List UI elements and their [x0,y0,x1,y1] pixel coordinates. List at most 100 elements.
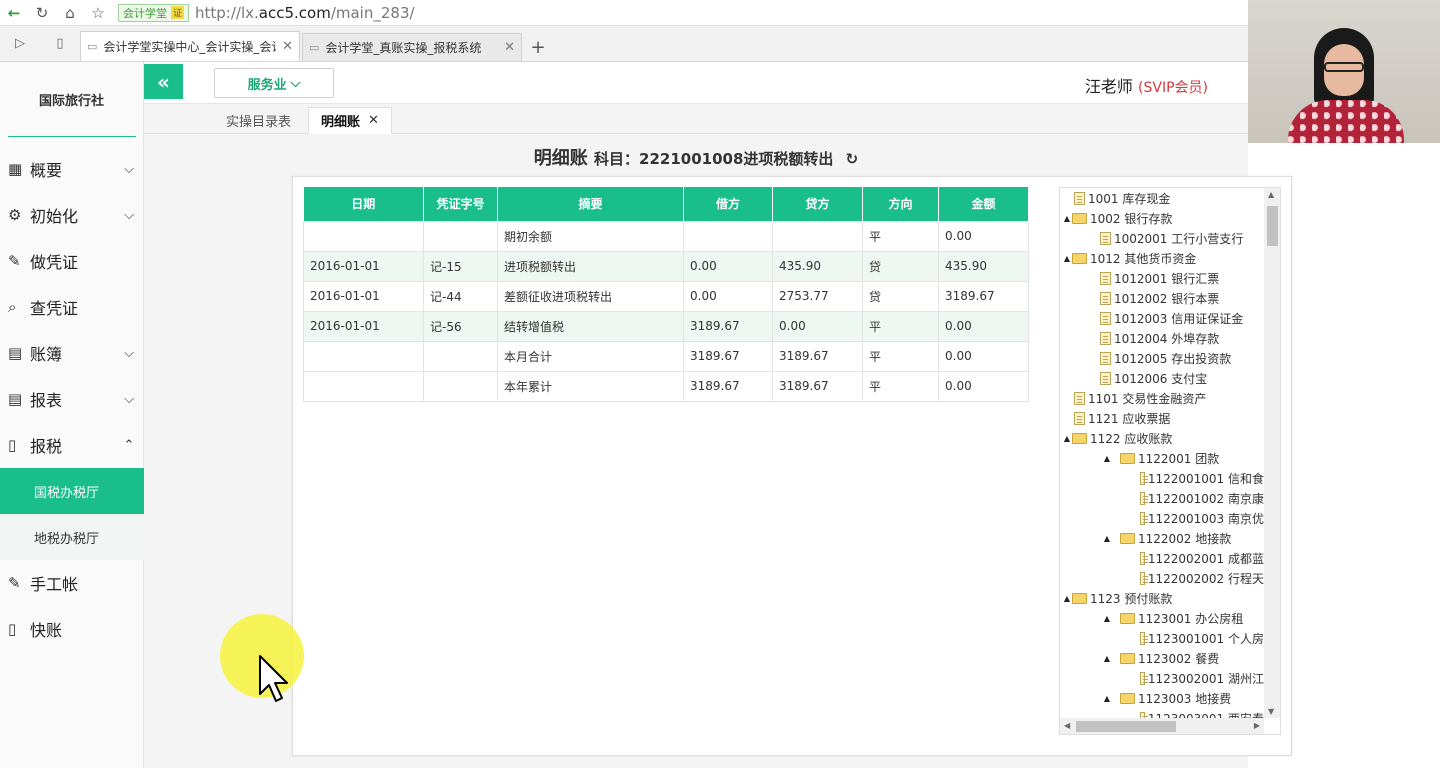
tree-node[interactable]: ▲ 1123003 地接费 [1060,688,1264,708]
table-row[interactable]: 2016-01-01 记-56 结转增值税 3189.67 0.00 平 0.0… [303,310,1029,342]
tree-node[interactable]: 1123003001 西安春 [1060,708,1264,718]
device-icon[interactable]: ▯ [40,25,80,61]
page-icon: ▭ [87,40,98,53]
refresh-icon[interactable]: ↻ [846,150,859,168]
tree-node[interactable]: 1122001002 南京康 [1060,488,1264,508]
table-row[interactable]: 本年累计 3189.67 3189.67 平 0.00 [303,370,1029,402]
sidebar-item-quick-account[interactable]: ▯ 快账 [0,606,144,652]
sidebar-item-ledgers[interactable]: ▤ 账簿 ⌵ [0,330,144,376]
tree-node[interactable]: ▲ 1122001 团款 [1060,448,1264,468]
tree-node-label: 1123 预付账款 [1090,591,1173,606]
table-row[interactable]: 2016-01-01 记-15 进项税额转出 0.00 435.90 贷 435… [303,250,1029,282]
tree-node[interactable]: 1002001 工行小营支行 [1060,228,1264,248]
browser-tab-2[interactable]: ▭ 会计学堂_真账实操_报税系统 ✕ [302,33,522,61]
table-row[interactable]: 期初余额 平 0.00 [303,220,1029,252]
scroll-down-icon[interactable]: ▼ [1268,707,1274,716]
sidebar-item-init[interactable]: ⚙ 初始化 ⌵ [0,192,144,238]
sidebar-item-make-voucher[interactable]: ✎ 做凭证 [0,238,144,284]
folder-icon [1072,212,1087,224]
scrollbar-thumb[interactable] [1076,721,1176,732]
tree-node[interactable]: 1122002001 成都蓝 [1060,548,1264,568]
table-cell: 0.00 [938,220,1029,252]
collapse-triangle-icon[interactable]: ▲ [1062,214,1072,223]
back-arrow-icon[interactable]: ← [0,0,28,26]
tree-node[interactable]: 1121 应收票据 [1060,408,1264,428]
collapse-triangle-icon[interactable]: ▲ [1102,534,1112,543]
close-icon[interactable]: ✕ [368,113,379,128]
collapse-triangle-icon[interactable]: ▲ [1062,254,1072,263]
table-cell: 3189.67 [772,370,863,402]
scrollbar-thumb[interactable] [1267,206,1278,246]
tree-node[interactable]: 1101 交易性金融资产 [1060,388,1264,408]
page-icon: ▭ [309,41,320,54]
tree-node[interactable]: 1012006 支付宝 [1060,368,1264,388]
pencil-icon: ✎ [8,252,21,270]
browser-tab-1[interactable]: ▭ 会计学堂实操中心_会计实操_会计 ✕ [80,31,300,61]
home-icon[interactable]: ⌂ [56,0,84,26]
tree-node[interactable]: 1012002 银行本票 [1060,288,1264,308]
sidebar-item-manual[interactable]: ✎ 手工帐 [0,560,144,606]
tab-label: 实操目录表 [226,115,292,130]
site-badge[interactable]: 会计学堂 证 [118,3,190,22]
user-info[interactable]: 汪老师 (SVIP会员) [1085,73,1208,97]
collapse-triangle-icon[interactable]: ▲ [1062,594,1072,603]
collapse-triangle-icon[interactable]: ▲ [1102,614,1112,623]
collapse-triangle-icon[interactable]: ▲ [1062,434,1072,443]
scroll-left-icon[interactable]: ◀ [1064,721,1070,730]
url-prefix: http://lx. [195,3,259,22]
sidebar-subitem-national-tax[interactable]: 国税办税厅 [0,468,144,514]
new-tab-icon[interactable]: + [524,33,552,61]
tree-node[interactable]: ▲ 1012 其他货币资金 [1060,248,1264,268]
tree-node[interactable]: 1122001003 南京优 [1060,508,1264,528]
tree-node[interactable]: 1012004 外埠存款 [1060,328,1264,348]
tree-node[interactable]: 1123002001 湖州江 [1060,668,1264,688]
subject-tree-list: 1001 库存现金 ▲ 1002 银行存款 1002001 工行小营支行 ▲ 101… [1060,188,1264,718]
search-icon: ⌕ [8,298,17,316]
sidebar-item-overview[interactable]: ▦ 概要 ⌵ [0,146,144,192]
table-cell: 0.00 [938,340,1029,372]
close-tab-icon[interactable]: ✕ [282,39,293,54]
tree-node[interactable]: 1012001 银行汇票 [1060,268,1264,288]
page-title: 明细账 科目：2221001008进项税额转出 ↻ [144,144,1248,170]
reload-icon[interactable]: ↻ [28,0,56,26]
close-tab-icon[interactable]: ✕ [504,40,515,55]
collapse-triangle-icon[interactable]: ▲ [1102,454,1112,463]
table-row[interactable]: 2016-01-01 记-44 差额征收进项税转出 0.00 2753.77 贷… [303,280,1029,312]
site-badge-label: 会计学堂 [123,6,167,20]
horizontal-scrollbar[interactable]: ◀ ▶ [1060,718,1264,734]
tree-node[interactable]: 1122001001 信和食 [1060,468,1264,488]
folder-icon [1072,592,1087,604]
table-cell: 进项税额转出 [497,250,684,282]
sidebar-toggle-icon[interactable]: ▷ [0,25,40,61]
tree-node[interactable]: 1123001001 个人房 [1060,628,1264,648]
industry-dropdown[interactable]: 服务业 ⌵ [214,68,334,98]
table-row[interactable]: 本月合计 3189.67 3189.67 平 0.00 [303,340,1029,372]
tab-detail-ledger[interactable]: 明细账 ✕ [308,107,392,134]
page-title-main: 明细账 [533,148,588,169]
presenter-glasses [1324,62,1364,72]
sidebar-item-reports[interactable]: ▤ 报表 ⌵ [0,376,144,422]
tab-catalog[interactable]: 实操目录表 [214,107,303,134]
sidebar-item-search-voucher[interactable]: ⌕ 查凭证 [0,284,144,330]
bookmark-star-icon[interactable]: ☆ [84,0,112,26]
tree-node[interactable]: 1001 库存现金 [1060,188,1264,208]
file-icon [1140,491,1148,505]
collapse-sidebar-button[interactable]: « [144,64,183,99]
scroll-right-icon[interactable]: ▶ [1254,721,1260,730]
tree-node[interactable]: ▲ 1123 预付账款 [1060,588,1264,608]
scroll-up-icon[interactable]: ▲ [1268,190,1274,199]
sidebar-subitem-local-tax[interactable]: 地税办税厅 [0,514,144,560]
vertical-scrollbar[interactable]: ▲ ▼ [1264,188,1280,718]
tree-node[interactable]: ▲ 1122 应收账款 [1060,428,1264,448]
tree-node[interactable]: 1012003 信用证保证金 [1060,308,1264,328]
collapse-triangle-icon[interactable]: ▲ [1102,694,1112,703]
tree-node[interactable]: ▲ 1002 银行存款 [1060,208,1264,228]
tree-node[interactable]: ▲ 1122002 地接款 [1060,528,1264,548]
tree-node[interactable]: ▲ 1123001 办公房租 [1060,608,1264,628]
tree-node[interactable]: 1012005 存出投资款 [1060,348,1264,368]
tree-node[interactable]: 1122002002 行程天 [1060,568,1264,588]
tree-node[interactable]: ▲ 1123002 餐费 [1060,648,1264,668]
address-bar[interactable]: http://lx.acc5.com/main_283/ [195,4,415,22]
sidebar-item-tax[interactable]: ▯ 报税 ⌃ [0,422,144,468]
collapse-triangle-icon[interactable]: ▲ [1102,654,1112,663]
